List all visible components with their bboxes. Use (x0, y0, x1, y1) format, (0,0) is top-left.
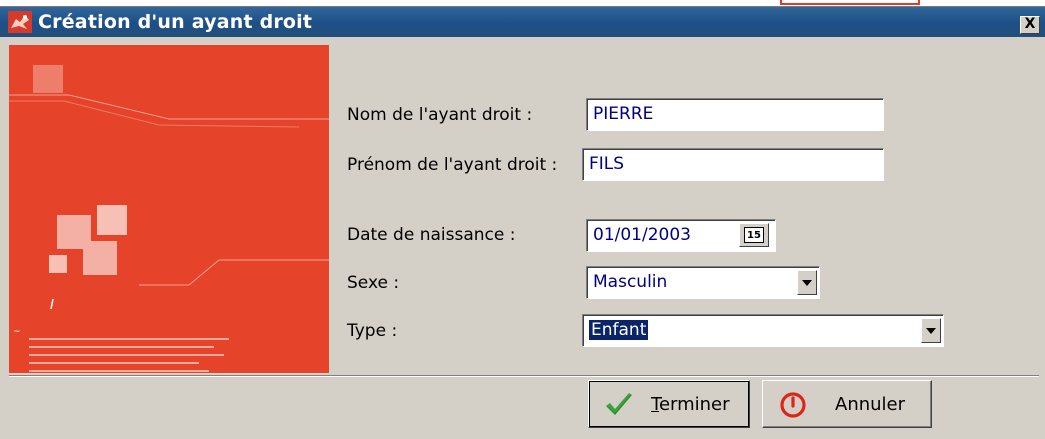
type-label: Type : (347, 321, 398, 341)
dialog-body: ~ Nom de l'ayant droit : PIERRE Prénom d… (0, 37, 1045, 439)
prenom-input[interactable]: FILS (582, 148, 884, 181)
footer-separator-highlight (9, 376, 1039, 377)
type-value: Enfant (589, 320, 649, 340)
checkmark-icon (606, 393, 632, 415)
top-red-outline (780, 0, 920, 5)
sexe-label: Sexe : (347, 273, 400, 293)
annuler-button[interactable]: Annuler (762, 380, 932, 428)
sexe-select[interactable]: Masculin (586, 266, 820, 299)
annuler-label: Annuler (835, 394, 906, 415)
date-picker-button[interactable]: 15 (739, 223, 769, 247)
nom-input[interactable]: PIERRE (586, 98, 884, 131)
terminer-label-rest: erminer (658, 394, 730, 415)
nom-label: Nom de l'ayant droit : (347, 105, 533, 125)
type-select[interactable]: Enfant (582, 314, 944, 347)
close-button[interactable]: X (1020, 16, 1040, 34)
window-titlebar[interactable]: Création d'un ayant droit X (0, 7, 1045, 37)
sexe-dropdown-arrow-icon[interactable] (797, 270, 817, 295)
prenom-label: Prénom de l'ayant droit : (347, 155, 558, 175)
svg-text:~: ~ (13, 327, 21, 337)
calendar-icon: 15 (744, 227, 764, 243)
decorative-banner: ~ (9, 45, 329, 373)
date-label: Date de naissance : (347, 225, 516, 245)
terminer-label: Terminer (651, 394, 730, 415)
date-input[interactable]: 01/01/2003 15 (586, 219, 776, 252)
date-value: 01/01/2003 (593, 225, 691, 245)
window-title: Création d'un ayant droit (38, 11, 313, 33)
sexe-value: Masculin (593, 272, 668, 292)
banner-graphic-icon: ~ (9, 45, 329, 373)
cancel-power-icon (780, 392, 806, 418)
type-dropdown-arrow-icon[interactable] (921, 318, 941, 343)
app-logo-icon (8, 11, 32, 33)
terminer-mnemonic: T (651, 394, 659, 415)
terminer-button[interactable]: Terminer (588, 380, 750, 428)
